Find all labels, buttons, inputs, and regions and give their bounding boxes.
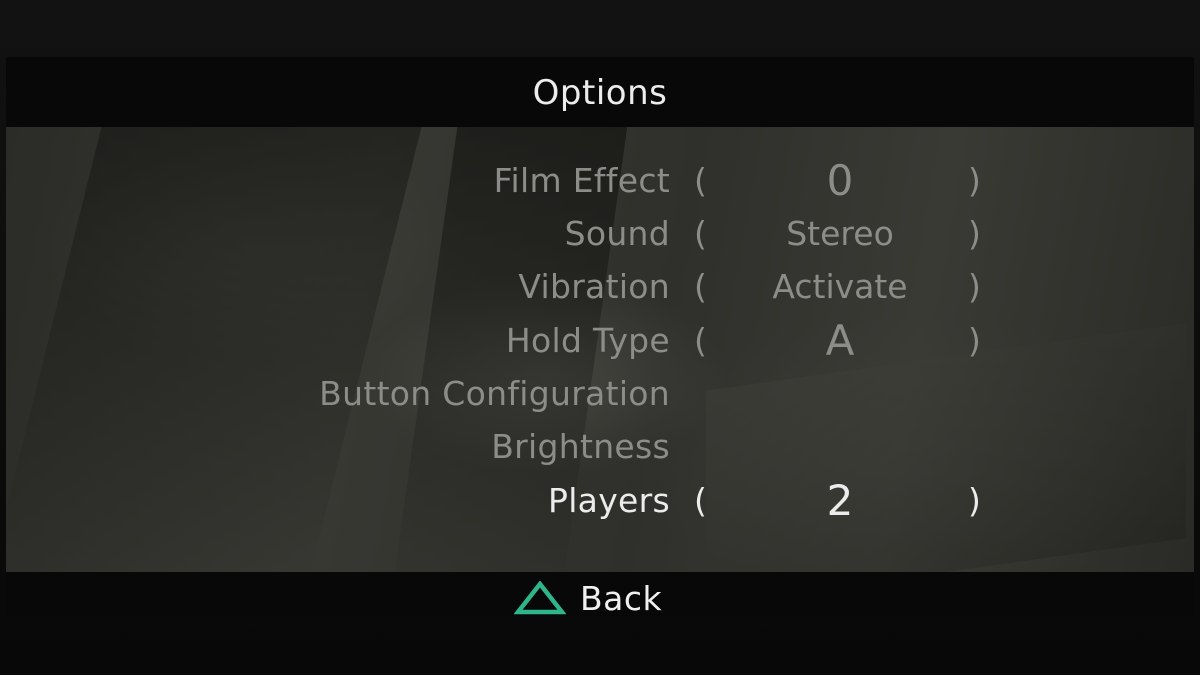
options-screen: Options Film Effect ( 0 ) Sound ( Stereo… xyxy=(6,57,1194,617)
title-bar: Options xyxy=(6,57,1194,127)
game-screen: Options Film Effect ( 0 ) Sound ( Stereo… xyxy=(0,0,1200,675)
right-bracket[interactable]: ) xyxy=(968,210,981,258)
option-film-effect[interactable]: Film Effect ( 0 ) xyxy=(6,157,1194,205)
option-value: 0 xyxy=(826,156,854,205)
left-bracket[interactable]: ( xyxy=(694,477,707,525)
option-button-configuration[interactable]: Button Configuration xyxy=(6,370,1194,418)
back-button[interactable]: Back xyxy=(514,578,662,617)
option-label: Film Effect xyxy=(493,161,670,200)
right-bracket[interactable]: ) xyxy=(968,263,981,311)
right-bracket[interactable]: ) xyxy=(968,317,981,365)
back-label: Back xyxy=(580,578,663,618)
left-bracket[interactable]: ( xyxy=(694,263,707,311)
option-value: 2 xyxy=(826,476,854,525)
left-bracket[interactable]: ( xyxy=(694,157,707,205)
option-label: Brightness xyxy=(491,427,670,466)
option-label: Button Configuration xyxy=(319,374,670,413)
option-label: Vibration xyxy=(518,267,670,306)
footer-bar: Back xyxy=(6,572,1194,617)
triangle-icon xyxy=(514,581,566,615)
option-value: Activate xyxy=(772,267,908,306)
option-hold-type[interactable]: Hold Type ( A ) xyxy=(6,317,1194,365)
option-brightness[interactable]: Brightness xyxy=(6,423,1194,471)
right-bracket[interactable]: ) xyxy=(968,157,981,205)
option-label: Hold Type xyxy=(505,321,670,360)
option-players[interactable]: Players ( 2 ) xyxy=(6,477,1194,525)
page-title: Options xyxy=(532,73,668,113)
option-label: Players xyxy=(548,481,670,520)
option-vibration[interactable]: Vibration ( Activate ) xyxy=(6,263,1194,311)
right-bracket[interactable]: ) xyxy=(968,477,981,525)
option-label: Sound xyxy=(564,214,670,253)
option-value: A xyxy=(825,316,855,365)
left-bracket[interactable]: ( xyxy=(694,210,707,258)
option-value: Stereo xyxy=(786,214,894,253)
option-sound[interactable]: Sound ( Stereo ) xyxy=(6,210,1194,258)
left-bracket[interactable]: ( xyxy=(694,317,707,365)
